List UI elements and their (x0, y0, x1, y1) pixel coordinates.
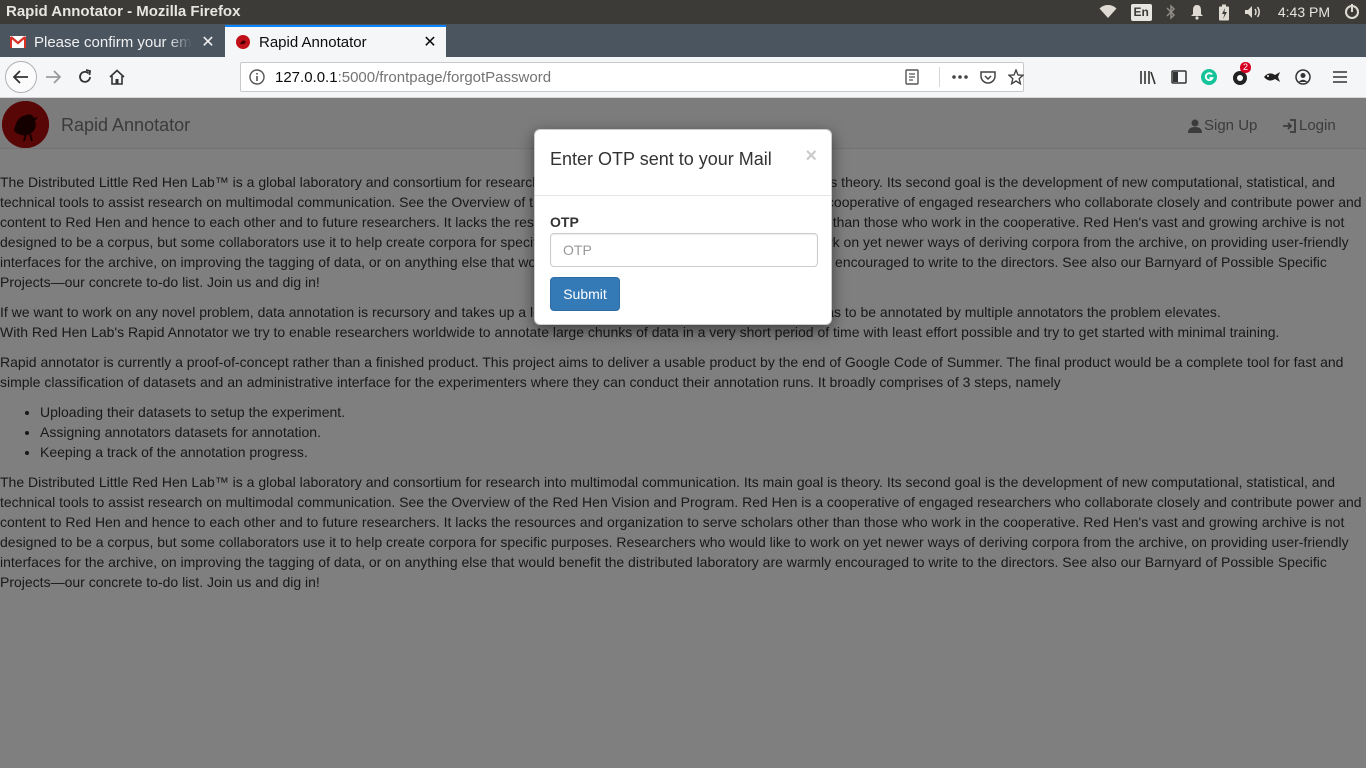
reload-button[interactable] (71, 63, 99, 91)
notification-count-badge: 2 (1240, 62, 1252, 73)
navigation-toolbar: 127.0.0.1:5000/frontpage/forgotPassword (0, 57, 1366, 98)
bluetooth-icon[interactable] (1166, 4, 1176, 20)
url-path: :5000/frontpage/forgotPassword (337, 69, 552, 86)
back-button[interactable] (5, 61, 37, 93)
keyboard-layout-indicator[interactable]: En (1130, 3, 1152, 21)
clock[interactable]: 4:43 PM (1278, 4, 1330, 20)
tab-rapid-annotator[interactable]: Rapid Annotator ✕ (225, 25, 446, 57)
os-top-bar: Rapid Annotator - Mozilla Firefox En 4:4… (0, 0, 1366, 24)
modal-title: Enter OTP sent to your Mail (550, 149, 772, 169)
tab-close-icon[interactable]: ✕ (422, 34, 438, 51)
tab-label: Please confirm your email (34, 33, 192, 51)
wifi-icon[interactable] (1099, 5, 1117, 19)
otp-modal: Enter OTP sent to your Mail × OTP Submit (534, 129, 832, 325)
tab-label: Rapid Annotator (259, 33, 367, 51)
page-actions-icon[interactable] (952, 75, 968, 79)
extension-badge-icon[interactable]: 2 (1231, 62, 1252, 86)
grammarly-icon[interactable] (1201, 69, 1217, 85)
tab-strip: Please confirm your email ✕ Rapid Annota… (0, 24, 1366, 76)
pocket-icon[interactable] (980, 70, 996, 85)
modal-close-button[interactable]: × (805, 146, 817, 166)
hamburger-menu-icon[interactable] (1333, 71, 1347, 83)
submit-button[interactable]: Submit (550, 277, 620, 311)
url-host: 127.0.0.1 (275, 69, 338, 86)
battery-icon[interactable] (1218, 4, 1230, 21)
library-icon[interactable] (1139, 69, 1157, 85)
address-bar[interactable]: 127.0.0.1:5000/frontpage/forgotPassword (240, 62, 1024, 92)
reader-view-icon[interactable] (905, 69, 919, 85)
otp-label: OTP (550, 214, 579, 230)
site-info-icon[interactable] (249, 69, 265, 90)
fish-extension-icon[interactable] (1263, 70, 1281, 84)
modal-header: Enter OTP sent to your Mail × (535, 130, 831, 196)
account-icon[interactable] (1295, 69, 1311, 85)
notification-bell-icon[interactable] (1190, 4, 1204, 20)
volume-icon[interactable] (1244, 5, 1264, 19)
gmail-icon (10, 34, 26, 50)
power-gear-icon[interactable] (1344, 4, 1360, 20)
tab-gmail[interactable]: Please confirm your email ✕ (0, 27, 224, 57)
home-button[interactable] (103, 63, 131, 91)
system-tray: En 4:43 PM (1099, 0, 1366, 24)
red-hen-icon (235, 34, 251, 50)
url-text[interactable]: 127.0.0.1:5000/frontpage/forgotPassword (275, 69, 551, 86)
bookmark-star-icon[interactable] (1008, 69, 1024, 85)
otp-input[interactable] (550, 233, 818, 267)
tab-close-icon[interactable]: ✕ (200, 34, 216, 51)
sidebar-icon[interactable] (1171, 70, 1187, 84)
window-title: Rapid Annotator - Mozilla Firefox (6, 3, 241, 20)
forward-button[interactable] (39, 63, 67, 91)
separator (939, 67, 940, 87)
